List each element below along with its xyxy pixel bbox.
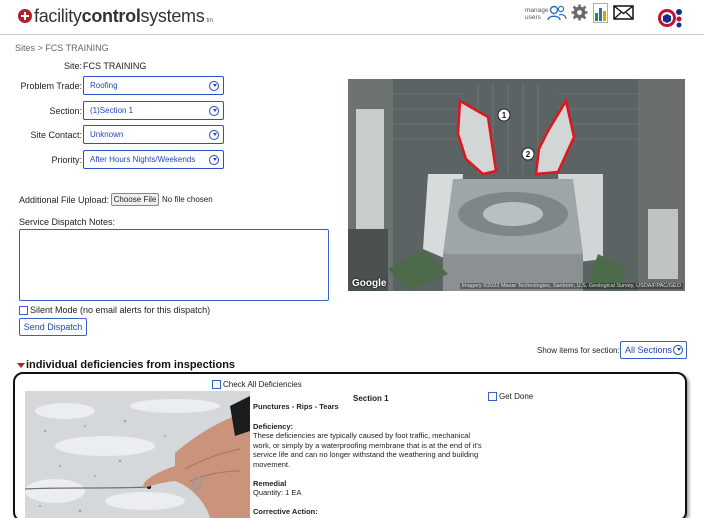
file-upload-label: Additional File Upload:: [19, 195, 110, 205]
deficiency-title-text: Punctures - Rips - Tears: [253, 402, 339, 411]
chevron-down-icon: [209, 106, 219, 116]
silent-mode-checkbox[interactable]: [19, 305, 28, 315]
logo-text: facilitycontrolsystems: [34, 6, 205, 26]
deficiencies-heading-text: individual deficiencies from inspections: [26, 359, 236, 371]
site-contact-select[interactable]: Unknown: [83, 125, 224, 144]
manage-users-line1: manage: [525, 7, 549, 14]
cube-icon[interactable]: [657, 7, 685, 29]
map-attribution: Imagery ©2022 Maxar Technologies, Sanbor…: [459, 283, 683, 289]
file-status: No file chosen: [162, 195, 213, 204]
users-icon[interactable]: [547, 5, 567, 21]
deficiency-label-text: Deficiency:: [253, 422, 294, 431]
google-logo: Google: [352, 278, 387, 289]
deficiency-title: Punctures - Rips - Tears: [253, 402, 485, 412]
problem-trade-select[interactable]: Roofing: [83, 76, 224, 95]
collapse-triangle-icon[interactable]: [17, 362, 25, 368]
check-all-checkbox[interactable]: [212, 380, 221, 389]
corrective-action-label: Corrective Action:: [253, 507, 485, 517]
manage-users-line2: users: [525, 14, 541, 21]
chevron-down-icon: [673, 345, 683, 355]
silent-mode-option[interactable]: Silent Mode (no email alerts for this di…: [19, 305, 210, 315]
dispatch-notes-label: Service Dispatch Notes:: [19, 217, 116, 227]
chevron-down-icon: [209, 130, 219, 140]
logo-text-suffix: systems: [140, 6, 205, 26]
section-filter-value: All Sections: [625, 345, 673, 355]
bar-chart-icon[interactable]: [593, 3, 608, 23]
manage-users-label[interactable]: manage users: [525, 7, 549, 21]
breadcrumb[interactable]: Sites > FCS TRAINING: [15, 43, 109, 53]
corrective-action-label-text: Corrective Action:: [253, 507, 318, 516]
priority-label: Priority:: [51, 155, 82, 165]
section-filter-select[interactable]: All Sections: [620, 341, 687, 359]
deficiencies-heading[interactable]: individual deficiencies from inspections: [17, 359, 235, 371]
site-contact-value: Unknown: [90, 130, 124, 139]
chevron-down-icon: [209, 81, 219, 91]
priority-value: After Hours Nights/Weekends: [90, 155, 196, 164]
chevron-down-icon: [209, 155, 219, 165]
logo-trademark: tm: [206, 18, 214, 24]
check-all-deficiencies[interactable]: Check All Deficiencies: [212, 380, 302, 389]
check-all-label: Check All Deficiencies: [223, 380, 302, 389]
satellite-map-image: 1 2: [348, 79, 685, 291]
get-done-option[interactable]: Get Done: [488, 392, 533, 401]
site-label: Site:: [63, 61, 82, 71]
app-header: facilitycontrolsystems tm manage users: [0, 0, 704, 35]
logo-cross-icon: [18, 9, 32, 23]
send-dispatch-button[interactable]: Send Dispatch: [19, 318, 87, 336]
get-done-checkbox[interactable]: [488, 392, 497, 401]
mail-icon[interactable]: [613, 5, 634, 20]
map-marker-1[interactable]: 1: [502, 111, 507, 120]
map-marker-2[interactable]: 2: [526, 150, 531, 159]
problem-trade-value: Roofing: [90, 81, 118, 90]
show-items-label: Show items for section:: [537, 346, 620, 355]
logo-text-prefix: facility: [34, 6, 82, 26]
choose-file-button[interactable]: Choose File: [111, 193, 159, 206]
remedial-quantity: Quantity: 1 EA: [253, 488, 302, 497]
dispatch-notes-textarea[interactable]: [19, 229, 329, 301]
silent-mode-label: Silent Mode (no email alerts for this di…: [30, 305, 211, 315]
problem-trade-label: Problem Trade:: [20, 81, 82, 91]
remedial-label-text: Remedial: [253, 479, 287, 488]
facility-control-systems-logo[interactable]: facilitycontrolsystems tm: [18, 7, 213, 25]
priority-select[interactable]: After Hours Nights/Weekends: [83, 150, 224, 169]
logo-text-bold: control: [81, 6, 141, 26]
site-contact-label: Site Contact:: [30, 130, 82, 140]
satellite-map[interactable]: 1 2 Google Imagery ©2022 Maxar Technolog…: [348, 79, 685, 291]
site-value: FCS TRAINING: [83, 61, 147, 71]
gear-icon[interactable]: [571, 4, 588, 21]
deficiency-photo-image: [25, 391, 250, 518]
deficiency-photo[interactable]: [25, 391, 250, 518]
deficiency-description: These deficiencies are typically caused …: [253, 431, 482, 469]
section-label: Section:: [49, 106, 82, 116]
section-value: (1)Section 1: [90, 106, 134, 115]
get-done-label: Get Done: [499, 392, 534, 401]
section-select[interactable]: (1)Section 1: [83, 101, 224, 120]
